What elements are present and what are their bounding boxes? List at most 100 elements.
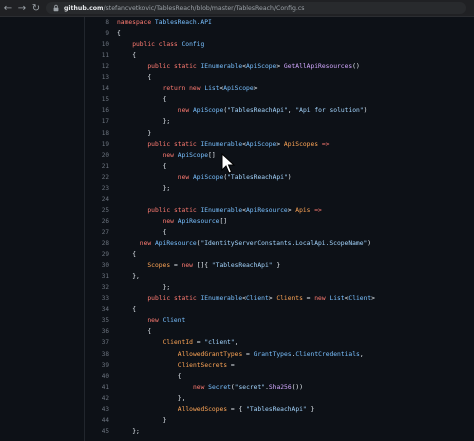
code-token: AllowedScopes xyxy=(177,405,231,413)
line-number[interactable]: 40 xyxy=(85,373,109,380)
code-token: public xyxy=(147,140,174,148)
code-token: IEnumerable xyxy=(200,295,243,303)
address-bar[interactable]: github.com /stefancvetkovic/TablesReach/… xyxy=(46,2,466,14)
line-number[interactable]: 34 xyxy=(85,306,109,313)
code-token: List xyxy=(329,295,345,303)
code-text: { xyxy=(117,52,136,59)
line-number[interactable]: 22 xyxy=(85,174,109,181)
code-token: ClientSecrets xyxy=(177,361,231,369)
code-line: 19 public static IEnumerable<ApiScope> Ap… xyxy=(85,139,330,150)
line-number[interactable]: 36 xyxy=(85,328,109,335)
back-arrow-icon[interactable]: ← xyxy=(2,2,14,14)
line-number[interactable]: 8 xyxy=(85,19,109,26)
line-number[interactable]: 28 xyxy=(85,240,109,247)
url-path: /stefancvetkovic/TablesReach/blob/master… xyxy=(103,4,305,12)
line-number[interactable]: 25 xyxy=(85,207,109,214)
code-token: ) xyxy=(287,173,292,181)
code-token: } xyxy=(147,129,152,137)
code-line: 44} xyxy=(85,415,167,426)
code-line: 40 { xyxy=(85,371,182,382)
code-token: public xyxy=(132,41,159,49)
code-token: { xyxy=(147,74,152,82)
code-line: 37 ClientId = "client", xyxy=(85,337,239,348)
line-number[interactable]: 42 xyxy=(85,395,109,402)
line-number[interactable]: 18 xyxy=(85,130,109,137)
code-line: 20 new ApiScope[] xyxy=(85,150,216,161)
code-token: static xyxy=(173,140,201,148)
code-token: ApiScope xyxy=(223,85,254,93)
line-number[interactable]: 24 xyxy=(85,196,109,203)
line-number[interactable]: 27 xyxy=(85,229,109,236)
code-line: 34 { xyxy=(85,304,136,315)
browser-toolbar: ← → ↻ github.com /stefancvetkovic/Tables… xyxy=(0,0,474,17)
code-token: () xyxy=(352,63,360,71)
code-token: "TablesReachApi" xyxy=(246,405,307,413)
line-number[interactable]: 19 xyxy=(85,141,109,148)
code-line: 33 public static IEnumerable<Client> Clie… xyxy=(85,293,375,304)
line-number[interactable]: 10 xyxy=(85,41,109,48)
code-token: public xyxy=(147,206,174,214)
code-token: new xyxy=(162,151,178,159)
code-token: new xyxy=(314,295,330,303)
code-line: 11 { xyxy=(85,50,136,61)
code-token: => xyxy=(314,206,322,214)
line-number[interactable]: 31 xyxy=(85,273,109,280)
code-token: GetAllApiResources xyxy=(283,63,353,71)
code-token: { xyxy=(162,162,167,170)
code-text: AllowedScopes = { "TablesReachApi" } xyxy=(117,405,315,413)
code-text: public class Config xyxy=(117,41,204,48)
line-number[interactable]: 17 xyxy=(85,118,109,125)
code-line: 15 { xyxy=(85,94,167,105)
code-text: { xyxy=(117,74,151,81)
reload-icon[interactable]: ↻ xyxy=(30,2,42,14)
code-line: 31}, xyxy=(85,271,140,282)
code-text: }, xyxy=(117,273,140,280)
code-token: class xyxy=(158,41,182,49)
code-token: new xyxy=(181,262,197,270)
line-number[interactable]: 29 xyxy=(85,251,109,258)
forward-arrow-icon[interactable]: → xyxy=(16,2,28,14)
code-token: new xyxy=(177,107,193,115)
code-line: 17}; xyxy=(85,116,170,127)
line-number[interactable]: 41 xyxy=(85,384,109,391)
code-token: }; xyxy=(162,184,171,192)
line-number[interactable]: 21 xyxy=(85,163,109,170)
code-token: "TablesReachApi" xyxy=(227,107,288,115)
line-number[interactable]: 44 xyxy=(85,417,109,424)
line-number[interactable]: 23 xyxy=(85,185,109,192)
code-line: 36 { xyxy=(85,326,151,337)
line-number[interactable]: 30 xyxy=(85,262,109,269)
line-number[interactable]: 33 xyxy=(85,295,109,302)
line-number[interactable]: 9 xyxy=(85,30,109,37)
code-token: }; xyxy=(162,284,171,292)
code-token: }, xyxy=(177,394,186,402)
code-text: { xyxy=(117,162,167,170)
line-number[interactable]: 11 xyxy=(85,52,109,59)
line-number[interactable]: 13 xyxy=(85,74,109,81)
code-token: ClientCredentials xyxy=(295,350,360,358)
code-token: = { xyxy=(230,405,247,413)
line-number[interactable]: 35 xyxy=(85,317,109,324)
line-number[interactable]: 20 xyxy=(85,152,109,159)
line-number[interactable]: 39 xyxy=(85,362,109,369)
line-number[interactable]: 45 xyxy=(85,428,109,435)
code-token: IEnumerable xyxy=(200,206,243,214)
line-number[interactable]: 12 xyxy=(85,63,109,70)
line-number[interactable]: 15 xyxy=(85,96,109,103)
line-number[interactable]: 38 xyxy=(85,351,109,358)
code-token: ApiScope xyxy=(192,107,224,115)
line-number[interactable]: 16 xyxy=(85,107,109,114)
line-number[interactable]: 43 xyxy=(85,406,109,413)
code-token: ApiScope xyxy=(245,140,277,148)
code-token: }, xyxy=(132,273,140,281)
code-text: { xyxy=(117,251,136,258)
line-number[interactable]: 37 xyxy=(85,339,109,346)
code-text: public static IEnumerable<ApiResource> A… xyxy=(117,206,322,214)
line-number[interactable]: 26 xyxy=(85,218,109,225)
line-number[interactable]: 32 xyxy=(85,284,109,291)
line-number[interactable]: 14 xyxy=(85,85,109,92)
code-line: 9{ xyxy=(85,28,120,39)
code-line: 21 { xyxy=(85,161,167,172)
code-token: = xyxy=(230,361,235,369)
code-viewer: 8 namespace TablesReach.API 9{10 public cla… xyxy=(84,17,474,441)
